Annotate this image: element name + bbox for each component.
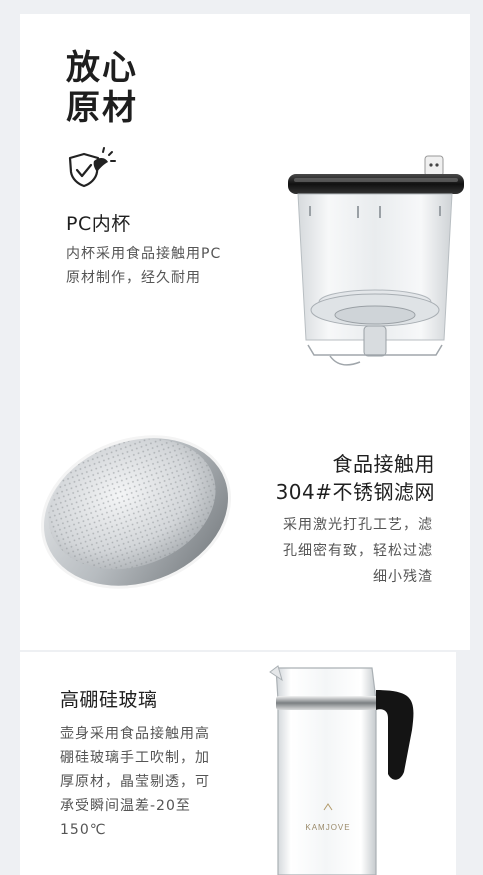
filter-desc: 采用激光打孔工艺，滤 孔细密有致，轻松过滤 细小残渣: [283, 512, 433, 590]
inner-cup-desc-line2: 原材制作，经久耐用: [66, 270, 201, 286]
glass-desc-line4: 承受瞬间温差-20至: [60, 798, 191, 814]
glass-title: 高硼硅玻璃: [60, 689, 158, 711]
filter-title-line1: 食品接触用: [332, 452, 435, 476]
inner-cup-title: PC内杯: [66, 213, 131, 235]
page-title-line1: 放心: [66, 48, 138, 88]
glass-desc-line3: 厚原材，晶莹剔透，可: [60, 774, 210, 790]
pc-inner-cup-image: [288, 155, 464, 366]
shield-leaf-icon: [68, 147, 116, 188]
brand-mark: KAMJOVE: [305, 823, 350, 832]
inner-cup-desc-line1: 内杯采用食品接触用PC: [66, 246, 222, 262]
page-title: 放心 原材: [66, 48, 138, 128]
glass-desc-line1: 壶身采用食品接触用高: [60, 726, 210, 742]
stainless-filter-image: [40, 435, 232, 589]
filter-title: 食品接触用 304#不锈钢滤网: [276, 450, 435, 506]
filter-desc-line2: 孔细密有致，轻松过滤: [283, 543, 433, 559]
inner-cup-desc: 内杯采用食品接触用PC 原材制作，经久耐用: [66, 242, 221, 290]
filter-desc-line1: 采用激光打孔工艺，滤: [283, 517, 433, 533]
page-title-line2: 原材: [66, 88, 138, 128]
glass-pitcher-image: KAMJOVE: [269, 665, 414, 875]
glass-desc: 壶身采用食品接触用高 硼硅玻璃手工吹制，加 厚原材，晶莹剔透，可 承受瞬间温差-…: [60, 722, 210, 842]
filter-desc-line3: 细小残渣: [373, 569, 433, 585]
glass-desc-line2: 硼硅玻璃手工吹制，加: [60, 750, 210, 766]
glass-desc-line5: 150℃: [60, 822, 107, 838]
filter-title-line2: 304#不锈钢滤网: [275, 480, 435, 504]
